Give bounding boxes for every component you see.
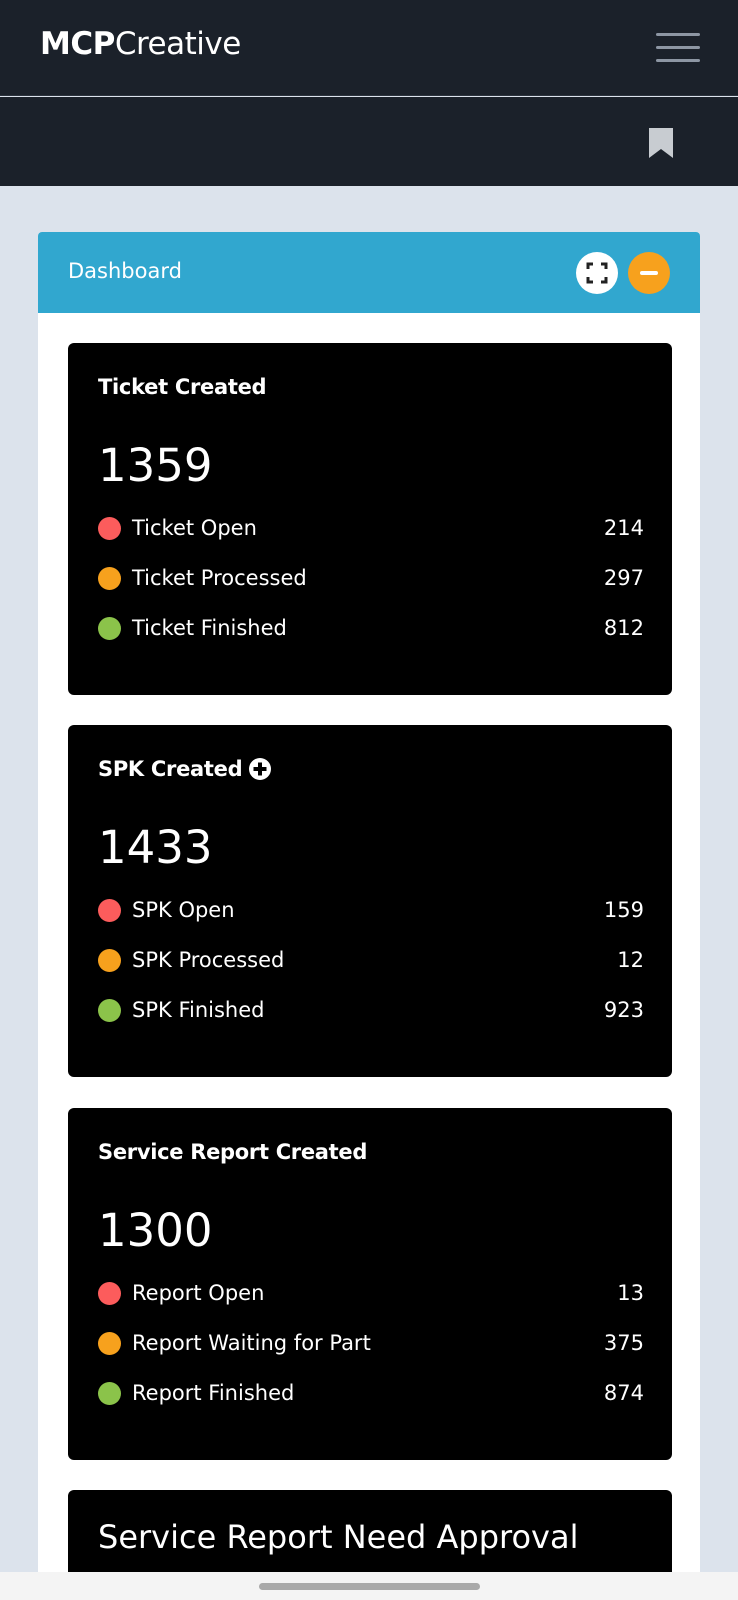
- brand-light: Creative: [114, 26, 241, 62]
- stat-label: SPK Processed: [132, 948, 285, 972]
- stat-label: Ticket Processed: [132, 566, 307, 590]
- stat-value: 297: [603, 566, 644, 590]
- bookmark-icon[interactable]: [648, 127, 674, 159]
- stat-value: 159: [603, 898, 644, 922]
- status-dot-orange: [98, 1331, 121, 1355]
- fullscreen-button[interactable]: [576, 252, 618, 294]
- collapse-button[interactable]: [628, 252, 670, 294]
- status-dot-green: [98, 998, 121, 1022]
- card-title: Ticket Created: [98, 375, 267, 399]
- stat-value: 12: [617, 948, 644, 972]
- panel-header: Dashboard: [38, 232, 700, 313]
- card-title: Service Report Created: [98, 1140, 368, 1164]
- status-dot-green: [98, 1381, 121, 1405]
- panel-title: Dashboard: [68, 259, 182, 283]
- top-navbar: MCPCreative: [0, 0, 738, 96]
- stat-label: Report Open: [132, 1281, 265, 1305]
- stat-label: SPK Finished: [132, 998, 265, 1022]
- spk-card: SPK Created 1433 SPK Open 159 SPK Proces…: [68, 725, 672, 1077]
- stat-row: Ticket Finished 812: [98, 613, 644, 643]
- service-report-card: Service Report Created 1300 Report Open …: [68, 1108, 672, 1460]
- stat-value: 812: [603, 616, 644, 640]
- brand-logo[interactable]: MCPCreative: [40, 26, 241, 62]
- brand-bold: MCP: [40, 26, 115, 62]
- stat-row: Report Finished 874: [98, 1378, 644, 1408]
- card-title-wrap: SPK Created: [98, 757, 272, 781]
- stat-row: SPK Finished 923: [98, 995, 644, 1025]
- stat-label: SPK Open: [132, 898, 235, 922]
- status-dot-red: [98, 1281, 121, 1305]
- dashboard-panel: Dashboard Ticket Created 1359 Ticket Ope…: [38, 232, 700, 1600]
- stat-value: 214: [603, 516, 644, 540]
- status-dot-orange: [98, 948, 121, 972]
- stat-row: Ticket Open 214: [98, 513, 644, 543]
- stat-row: Ticket Processed 297: [98, 563, 644, 593]
- secondary-toolbar: [0, 97, 738, 186]
- card-total: 1433: [98, 821, 213, 874]
- stat-label: Ticket Open: [132, 516, 257, 540]
- stat-value: 923: [603, 998, 644, 1022]
- stat-label: Report Finished: [132, 1381, 295, 1405]
- status-dot-green: [98, 616, 121, 640]
- card-title: Service Report Need Approval: [98, 1518, 579, 1556]
- stat-row: Report Waiting for Part 375: [98, 1328, 644, 1358]
- hamburger-menu-icon[interactable]: [656, 33, 700, 63]
- card-title: SPK Created: [98, 757, 243, 781]
- fullscreen-icon: [586, 262, 608, 284]
- ticket-card: Ticket Created 1359 Ticket Open 214 Tick…: [68, 343, 672, 695]
- status-dot-red: [98, 516, 121, 540]
- stat-label: Ticket Finished: [132, 616, 287, 640]
- stat-row: SPK Processed 12: [98, 945, 644, 975]
- stat-row: Report Open 13: [98, 1278, 644, 1308]
- status-dot-orange: [98, 566, 121, 590]
- status-dot-red: [98, 898, 121, 922]
- stat-label: Report Waiting for Part: [132, 1331, 371, 1355]
- card-total: 1359: [98, 439, 213, 492]
- stat-value: 13: [617, 1281, 644, 1305]
- card-total: 1300: [98, 1204, 213, 1257]
- stat-row: SPK Open 159: [98, 895, 644, 925]
- home-indicator[interactable]: [259, 1583, 480, 1590]
- stat-value: 874: [603, 1381, 644, 1405]
- plus-circle-icon[interactable]: [248, 757, 272, 781]
- stat-value: 375: [603, 1331, 644, 1355]
